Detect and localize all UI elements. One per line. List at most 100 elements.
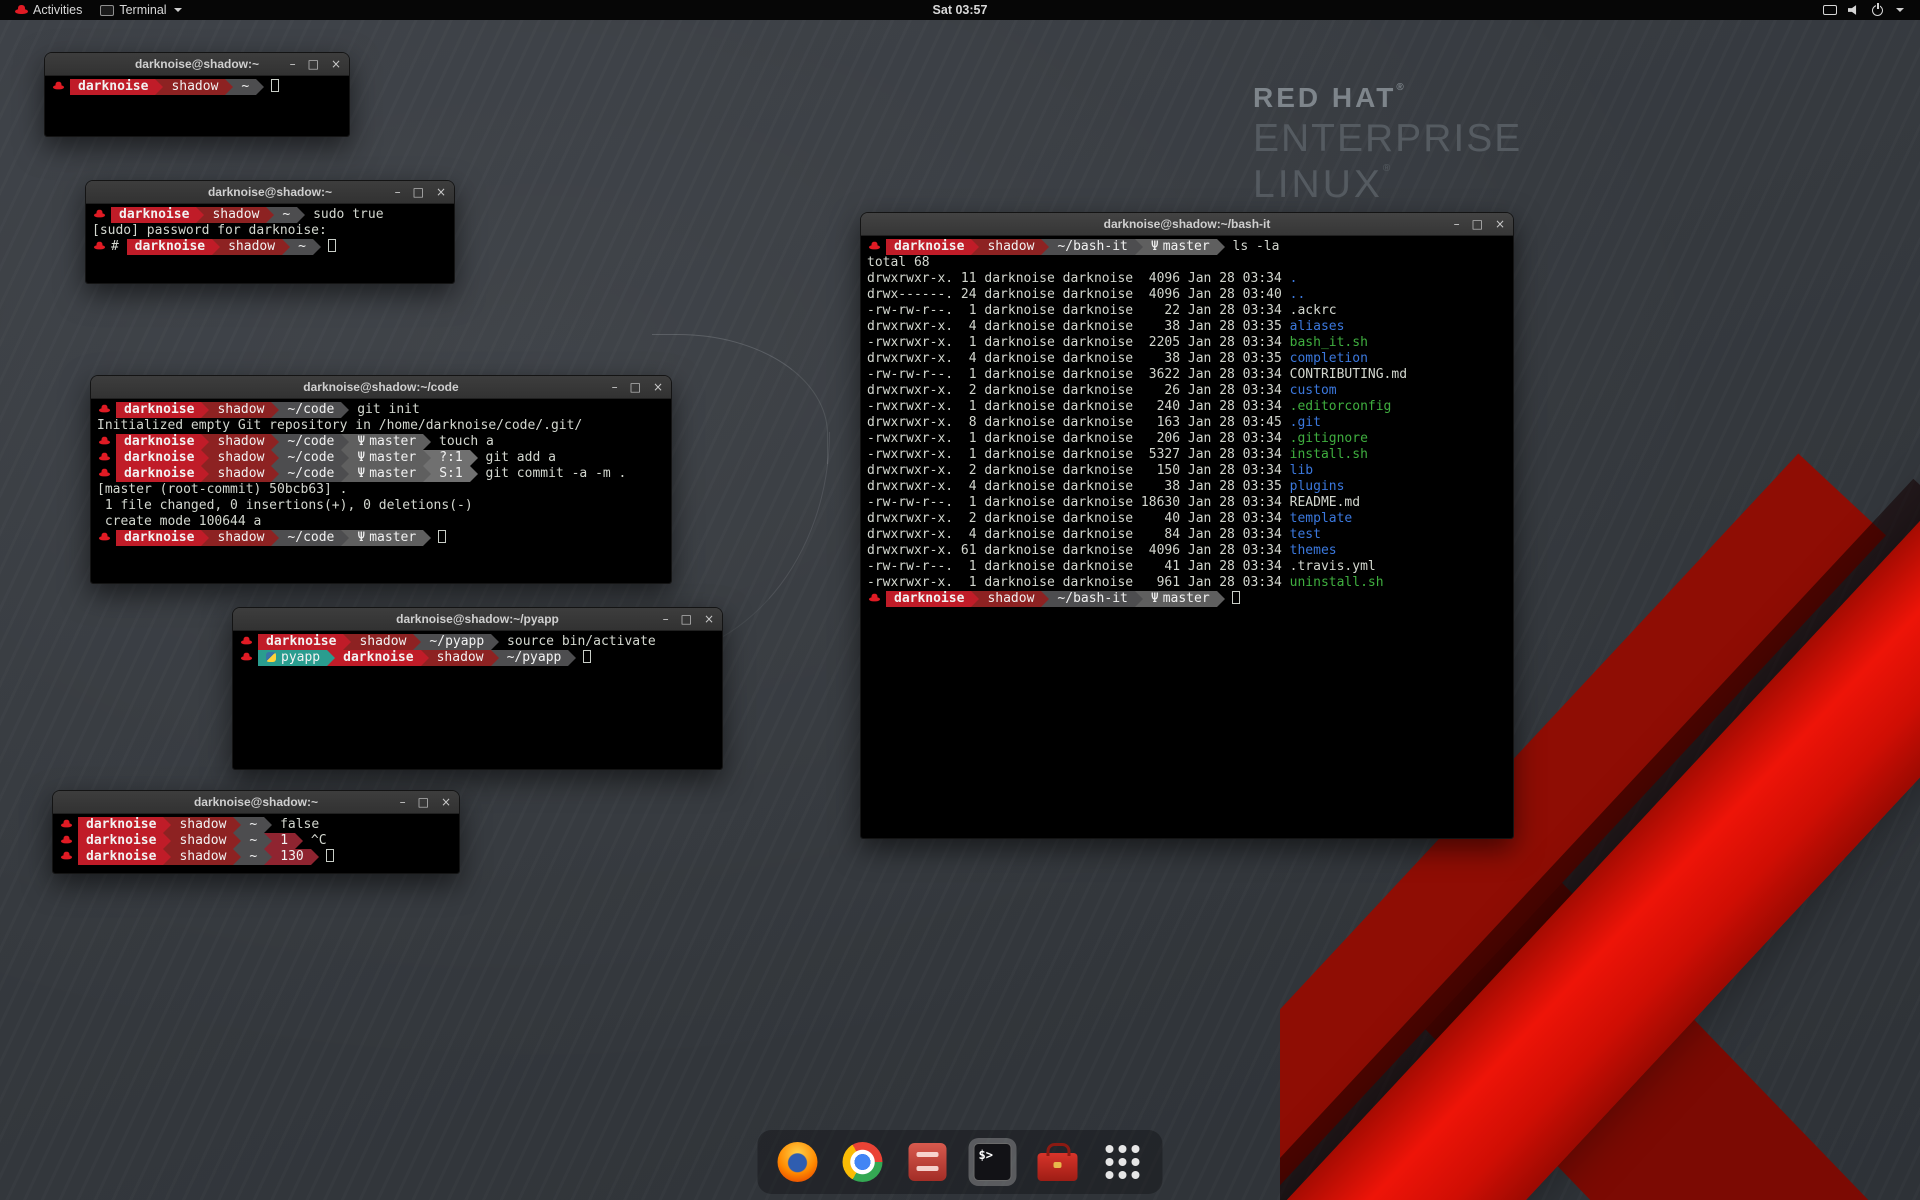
files-icon[interactable]: [904, 1138, 952, 1186]
powerline-separator: [295, 833, 303, 849]
prompt-segment-host: shadow: [204, 207, 266, 223]
segment-text: shadow: [987, 239, 1034, 254]
close-button[interactable]: ×: [436, 181, 446, 204]
close-button[interactable]: ×: [704, 608, 714, 631]
toolbox-icon[interactable]: [1034, 1138, 1082, 1186]
segment-text: ~: [298, 239, 306, 254]
terminal-content[interactable]: darknoiseshadow~/pyapp source bin/activa…: [233, 631, 722, 769]
close-button[interactable]: ×: [441, 791, 451, 814]
terminal-window[interactable]: darknoise@shadow:~/bash-it–□×darknoisesh…: [860, 212, 1514, 839]
prompt-segment-host: shadow: [163, 79, 225, 95]
output-line: -rwxrwxr-x. 1 darknoise darknoise 961 Ja…: [867, 575, 1507, 591]
prompt-segment-user: darknoise: [70, 79, 155, 95]
powerline-separator: [271, 450, 279, 466]
output-text: -rw-rw-r--. 1 darknoise darknoise 18630 …: [867, 495, 1290, 510]
minimize-button[interactable]: –: [612, 376, 618, 399]
powerline-separator: [341, 530, 349, 546]
prompt-segment-host: shadow: [429, 650, 491, 666]
powerline-separator: [491, 650, 499, 666]
firefox-icon[interactable]: [774, 1138, 822, 1186]
powerline-separator: [423, 530, 431, 546]
chrome-icon[interactable]: [839, 1138, 887, 1186]
window-titlebar[interactable]: darknoise@shadow:~–□×: [86, 181, 454, 204]
terminal-window[interactable]: darknoise@shadow:~–□×darknoiseshadow~ su…: [85, 180, 455, 284]
app-menu-terminal[interactable]: Terminal: [91, 0, 190, 20]
output-line: drwxrwxr-x. 2 darknoise darknoise 150 Ja…: [867, 463, 1507, 479]
terminal-icon[interactable]: $>: [969, 1138, 1017, 1186]
prompt-segment-git: Ψmaster: [349, 530, 423, 546]
app-grid-icon[interactable]: [1099, 1138, 1147, 1186]
powerline-separator: [423, 450, 431, 466]
ls-entry-dir: custom: [1290, 383, 1337, 398]
volume-icon: [1848, 5, 1861, 16]
powerline-separator: [264, 833, 272, 849]
output-line: drwxrwxr-x. 4 darknoise darknoise 38 Jan…: [867, 351, 1507, 367]
minimize-button[interactable]: –: [1454, 213, 1460, 236]
window-titlebar[interactable]: darknoise@shadow:~–□×: [45, 53, 349, 76]
terminal-window[interactable]: darknoise@shadow:~/code–□×darknoiseshado…: [90, 375, 672, 584]
prompt-segment-path: ~/code: [279, 434, 341, 450]
git-branch-icon: Ψ: [1151, 239, 1159, 254]
terminal-window[interactable]: darknoise@shadow:~/pyapp–□×darknoiseshad…: [232, 607, 723, 770]
segment-text: master: [369, 450, 416, 465]
ls-entry-exec: uninstall.sh: [1290, 575, 1384, 590]
terminal-content[interactable]: darknoiseshadow~/code git initInitialize…: [91, 399, 671, 583]
terminal-content[interactable]: darknoiseshadow~/bash-itΨmaster ls -lato…: [861, 236, 1513, 838]
prompt-line: # darknoiseshadow~: [92, 239, 448, 255]
maximize-button[interactable]: □: [413, 181, 424, 204]
segment-text: darknoise: [343, 650, 413, 665]
minimize-button[interactable]: –: [400, 791, 406, 814]
maximize-button[interactable]: □: [1472, 213, 1483, 236]
close-button[interactable]: ×: [1495, 213, 1505, 236]
command-text: touch a: [431, 434, 494, 449]
window-titlebar[interactable]: darknoise@shadow:~/code–□×: [91, 376, 671, 399]
prompt-line: darknoiseshadow~/codeΨmasterS:1 git comm…: [97, 466, 665, 482]
close-button[interactable]: ×: [331, 53, 341, 76]
terminal-content[interactable]: darknoiseshadow~ sudo true[sudo] passwor…: [86, 204, 454, 283]
prompt-segment-gitstat: S:1: [431, 466, 469, 482]
output-text: -rw-rw-r--. 1 darknoise darknoise 22 Jan…: [867, 303, 1290, 318]
prompt-segment-path: ~/code: [279, 466, 341, 482]
root-prompt-prefix: #: [111, 239, 127, 254]
terminal-window[interactable]: darknoise@shadow:~–□×darknoiseshadow~: [44, 52, 350, 137]
segment-text: shadow: [228, 239, 275, 254]
git-branch-icon: Ψ: [357, 450, 365, 465]
powerline-separator: [266, 207, 274, 223]
segment-text: shadow: [217, 402, 264, 417]
window-titlebar[interactable]: darknoise@shadow:~/pyapp–□×: [233, 608, 722, 631]
minimize-button[interactable]: –: [395, 181, 401, 204]
minimize-button[interactable]: –: [290, 53, 296, 76]
powerline-separator: [233, 849, 241, 865]
output-text: create mode 100644 a: [97, 514, 261, 529]
segment-text: shadow: [437, 650, 484, 665]
ls-entry-exec: install.sh: [1290, 447, 1368, 462]
minimize-button[interactable]: –: [663, 608, 669, 631]
window-titlebar[interactable]: darknoise@shadow:~/bash-it–□×: [861, 213, 1513, 236]
segment-text: master: [369, 530, 416, 545]
close-button[interactable]: ×: [653, 376, 663, 399]
output-line: drwxrwxr-x. 4 darknoise darknoise 38 Jan…: [867, 319, 1507, 335]
terminal-content[interactable]: darknoiseshadow~: [45, 76, 349, 136]
git-branch-icon: Ψ: [1151, 591, 1159, 606]
ls-entry-dir: .git: [1290, 415, 1321, 430]
maximize-button[interactable]: □: [418, 791, 429, 814]
terminal-app-icon: [100, 5, 114, 16]
activities-button[interactable]: Activities: [6, 0, 91, 20]
maximize-button[interactable]: □: [681, 608, 692, 631]
redhat-prompt-icon: [99, 404, 110, 414]
terminal-content[interactable]: darknoiseshadow~ falsedarknoiseshadow~1 …: [53, 814, 459, 873]
maximize-button[interactable]: □: [308, 53, 319, 76]
system-status-area[interactable]: [1813, 0, 1914, 20]
powerline-separator: [201, 434, 209, 450]
clock[interactable]: Sat 03:57: [933, 3, 988, 17]
powerline-separator: [341, 466, 349, 482]
output-line: drwxrwxr-x. 61 darknoise darknoise 4096 …: [867, 543, 1507, 559]
window-titlebar[interactable]: darknoise@shadow:~–□×: [53, 791, 459, 814]
terminal-window[interactable]: darknoise@shadow:~–□×darknoiseshadow~ fa…: [52, 790, 460, 874]
terminal-cursor: [271, 79, 279, 92]
prompt-segment-host: shadow: [209, 450, 271, 466]
output-line: total 68: [867, 255, 1507, 271]
ls-entry-exec: .gitignore: [1290, 431, 1368, 446]
maximize-button[interactable]: □: [630, 376, 641, 399]
redhat-prompt-icon: [241, 636, 252, 646]
